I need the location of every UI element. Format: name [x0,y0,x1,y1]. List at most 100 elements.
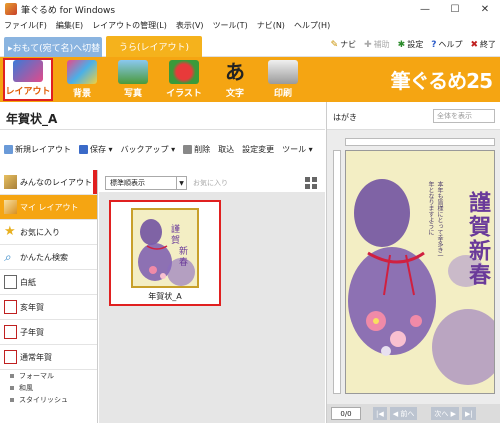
delete-button[interactable]: 削除 [183,144,210,155]
layout-card-label: 年賀状_A [148,292,182,301]
window-controls: — ☐ ✕ [410,0,500,18]
star-icon: ★ [4,224,16,239]
back-side-tab[interactable]: うら(レイアウト) [106,36,202,57]
last-page-button[interactable]: ▶| [461,407,476,420]
sidebar-item-my-layouts[interactable]: マイ レイアウト [0,195,97,220]
thumbnail-area: 謹 賀 新 春 年賀状_A [99,192,325,423]
photo-icon [118,60,148,84]
chevron-down-icon[interactable]: ▼ [177,176,187,190]
import-button[interactable]: 取込 [218,144,234,155]
settings-change-button[interactable]: 設定変更 [242,144,274,155]
main-ribbon: レイアウト 背景 写真 イラスト あ 文字 印刷 筆ぐるめ25 [0,57,500,102]
search-icon: ⌕ [4,250,11,264]
preview-header: はがき 全体を表示 [327,102,500,130]
maximize-button[interactable]: ☐ [440,0,470,18]
sidebar-item-boar-new-year[interactable]: 亥年賀 [0,295,97,320]
sidebar-item-everyone-layouts[interactable]: みんなのレイアウト [0,170,97,195]
background-button[interactable]: 背景 [57,58,107,101]
page-counter: 0/0 [331,407,361,420]
menu-edit[interactable]: 編集(E) [56,20,83,31]
sort-row: 標準順表示 ▼ お気に入り [105,176,228,190]
tools-button[interactable]: ツール ▾ [282,144,313,155]
assist-link[interactable]: ✚ 補助 [364,39,390,50]
title-divider [0,129,325,130]
first-page-button[interactable]: |◀ [373,407,387,420]
front-side-tab[interactable]: ▸おもて(宛て名)へ切替 [4,37,102,57]
page-title: 年賀状_A [6,112,58,126]
blank-card-icon [4,275,17,289]
preview-panel: はがき 全体を表示 謹賀新春 本年も皆様にとって幸多き一年となりますように 0/… [326,102,500,423]
illustration-button[interactable]: イラスト [159,58,209,101]
sidebar-subitem-formal[interactable]: フォーマル [0,370,97,382]
print-button[interactable]: 印刷 [258,58,308,101]
layout-button[interactable]: レイアウト [3,58,53,101]
card-icon [4,350,17,364]
new-layout-button[interactable]: 新規レイアウト [4,144,71,155]
quick-links: ✎ ナビ ✚ 補助 ✱ 設定 ? ヘルプ ✖ 終了 [323,39,496,50]
sidebar-item-easy-search[interactable]: ⌕ かんたん検索 [0,245,97,270]
svg-text:賀: 賀 [171,234,180,246]
zoom-select[interactable]: 全体を表示 [433,109,495,123]
menu-navi[interactable]: ナビ(N) [257,20,285,31]
backup-button[interactable]: バックアップ ▾ [121,144,176,155]
help-icon: ? [431,39,437,50]
sidebar-subitem-japanese[interactable]: 和風 [0,382,97,394]
gear-icon: ✱ [397,39,406,50]
postcard-greeting-text: 謹賀新春 [465,191,491,287]
menu-bar: ファイル(F) 編集(E) レイアウトの管理(L) 表示(V) ツール(T) ナ… [0,18,500,33]
photo-button[interactable]: 写真 [108,58,158,101]
svg-text:謹: 謹 [171,223,180,235]
sidebar-subitem-stylish[interactable]: スタイリッシュ [0,394,97,406]
text-a-icon: あ [225,60,245,84]
layout-workspace: 年賀状_A 新規レイアウト 保存 ▾ バックアップ ▾ 削除 取込 設定変更 ツ… [0,102,325,423]
folder-icon [4,175,17,189]
brand-logo: 筆ぐるめ25 [390,69,493,93]
menu-help[interactable]: ヘルプ(H) [294,20,330,31]
layout-card[interactable]: 謹 賀 新 春 年賀状_A [109,200,221,306]
sidebar-item-rat-new-year[interactable]: 子年賀 [0,320,97,345]
navi-link[interactable]: ✎ ナビ [331,39,357,50]
menu-tools[interactable]: ツール(T) [213,20,248,31]
exit-link[interactable]: ✖ 終了 [470,39,496,50]
postcard-preview: 謹賀新春 本年も皆様にとって幸多き一年となりますように [345,150,495,394]
mode-bar: ▸おもて(宛て名)へ切替 うら(レイアウト) ✎ ナビ ✚ 補助 ✱ 設定 ? ヘルプ … [0,33,500,57]
sidebar-item-blank[interactable]: 白紙 [0,270,97,295]
sidebar-item-regular-new-year[interactable]: 通常年賀 [0,345,97,370]
card-icon [4,300,17,314]
printer-icon [268,60,298,84]
svg-text:春: 春 [179,256,188,268]
prev-page-button[interactable]: ◀ 前へ [389,407,418,420]
postcard-message-text: 本年も皆様にとって幸多き一年となりますように [428,181,443,259]
sort-select[interactable]: 標準順表示 [105,176,177,190]
grid-view-icon[interactable] [305,177,317,189]
navi-icon: ✎ [330,39,339,50]
save-icon [79,144,88,154]
layout-toolbar: 新規レイアウト 保存 ▾ バックアップ ▾ 削除 取込 設定変更 ツール ▾ [0,140,325,158]
layout-list: 標準順表示 ▼ お気に入り 謹 賀 新 春 年賀状_A [99,170,325,423]
card-icon [4,325,17,339]
exit-icon: ✖ [470,39,478,50]
text-button[interactable]: あ 文字 [210,58,260,101]
vertical-ruler [333,150,341,394]
favorites-filter[interactable]: お気に入り [193,178,228,188]
svg-text:新: 新 [179,245,188,257]
menu-view[interactable]: 表示(V) [176,20,204,31]
help-link[interactable]: ? ヘルプ [431,39,462,50]
gourd-illustration: 謹 賀 新 春 [138,219,195,286]
minimize-button[interactable]: — [410,0,440,18]
layout-thumbnail: 謹 賀 新 春 [131,208,199,288]
menu-file[interactable]: ファイル(F) [4,20,47,31]
save-button[interactable]: 保存 ▾ [79,144,113,155]
sidebar-item-favorites[interactable]: ★ お気に入り [0,220,97,245]
preview-footer: 0/0 |◀ ◀ 前へ 次へ ▶ ▶| [327,404,500,423]
menu-layout-manage[interactable]: レイアウトの管理(L) [92,20,167,31]
trash-icon [183,144,193,154]
close-button[interactable]: ✕ [470,0,500,18]
settings-link[interactable]: ✱ 設定 [398,39,424,50]
app-icon [5,3,17,15]
assist-icon: ✚ [364,39,372,50]
window-title: 筆ぐるめ for Windows [21,5,116,16]
next-page-button[interactable]: 次へ ▶ [431,407,459,420]
layout-sidebar: みんなのレイアウト マイ レイアウト ★ お気に入り ⌕ かんたん検索 白紙 亥… [0,170,98,423]
folder-icon [4,200,17,214]
